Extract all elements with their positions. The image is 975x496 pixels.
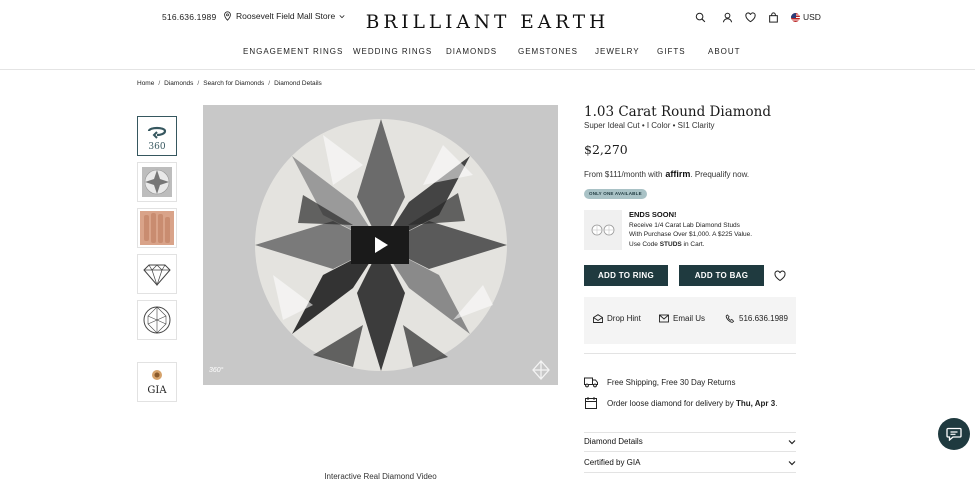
thumb-profile[interactable] [137,254,177,294]
stud-earrings-icon [591,224,615,236]
play-button[interactable] [351,226,409,264]
currency-selector[interactable]: USD [791,12,821,22]
user-icon [722,12,732,22]
availability-badge: ONLY ONE AVAILABLE [584,189,647,199]
currency-label: USD [803,12,821,22]
promo-line-1: Receive 1/4 Carat Lab Diamond Studs [629,222,740,229]
thumb-diamond-top[interactable] [137,162,177,202]
360-badge: 360° [209,367,224,374]
mail-icon [659,314,669,323]
accordion-certified-by-gia[interactable]: Certified by GIA [584,453,796,473]
product-title: 1.03 Carat Round Diamond [584,104,772,120]
promo-studs-image [584,210,622,250]
brand-logo[interactable]: BRILLIANT EARTH [0,12,975,33]
chevron-down-icon [788,439,796,444]
thumb-hand[interactable] [137,208,177,248]
chat-button[interactable] [938,418,970,450]
nav-engagement-rings[interactable]: ENGAGEMENT RINGS [243,47,343,56]
favorite-heart-icon[interactable] [774,270,786,282]
breadcrumb-current: Diamond Details [274,80,322,87]
diamond-profile-icon [143,264,171,287]
financing-info: From $111/month with affirm. Prequalify … [584,169,749,179]
wishlist-button[interactable] [744,11,756,23]
add-to-bag-button[interactable]: ADD TO BAG [679,265,764,286]
play-icon [375,237,388,253]
heart-icon [744,12,756,22]
nav-jewelry[interactable]: JEWELRY [595,47,640,56]
contact-panel: Drop Hint Email Us 516.636.1989 [584,297,796,344]
promo-code: STUDS [659,241,682,248]
accordion-diamond-details[interactable]: Diamond Details [584,432,796,452]
promo-line-2: With Purchase Over $1,000. A $225 Value. [629,231,753,238]
finance-prefix: From $111/month with [584,170,663,179]
gia-label: GIA [147,385,167,396]
truck-icon [584,377,598,388]
email-us-link[interactable]: Email Us [659,314,705,323]
media-caption: Interactive Real Diamond Video [324,472,437,481]
call-link[interactable]: 516.636.1989 [725,314,788,323]
delivery-info: Order loose diamond for delivery by Thu,… [584,397,777,409]
promo-line-3: Use Code STUDS in Cart. [629,241,705,248]
thumb-360-label: 360 [148,142,165,152]
search-icon [695,12,705,22]
breadcrumb-diamonds[interactable]: Diamonds [164,80,193,87]
calendar-icon [585,397,597,409]
diamond-facets-icon [143,306,171,334]
envelope-open-icon [593,314,603,323]
shipping-info: Free Shipping, Free 30 Day Returns [584,376,736,388]
diamond-photo-icon [142,167,172,197]
chat-bubble-icon [946,427,962,441]
prequalify-link[interactable]: . Prequalify now. [690,170,749,179]
nav-about[interactable]: ABOUT [708,47,741,56]
thumb-top-view[interactable] [137,300,177,340]
nav-diamonds[interactable]: DIAMONDS [446,47,497,56]
affirm-logo: affirm [665,169,691,179]
promo-title: ENDS SOON! [629,210,677,219]
shopping-bag-button[interactable] [767,11,779,23]
chevron-down-icon [788,460,796,465]
product-price: $2,270 [584,142,628,157]
nav-gifts[interactable]: GIFTS [657,47,686,56]
section-divider [584,353,796,354]
product-subtitle: Super Ideal Cut • I Color • SI1 Clarity [584,121,715,130]
hand-photo-icon [140,211,174,245]
breadcrumb: Home / Diamonds / Search for Diamonds / … [137,80,322,87]
search-button[interactable] [694,11,706,23]
us-flag-icon [791,12,800,22]
gia-seal-icon: GIA [147,370,167,396]
bag-icon [768,11,778,23]
rotate-360-icon: 360 [147,126,167,152]
nav-wedding-rings[interactable]: WEDDING RINGS [353,47,432,56]
brand-watermark-icon [532,360,550,380]
top-bar: 516.636.1989 Roosevelt Field Mall Store … [0,0,975,35]
main-nav: ENGAGEMENT RINGS WEDDING RINGS DIAMONDS … [0,47,975,59]
thumb-gia-certificate[interactable]: GIA [137,362,177,402]
delivery-date: Thu, Apr 3 [735,398,776,408]
thumb-360[interactable]: 360 [137,116,177,156]
nav-gemstones[interactable]: GEMSTONES [518,47,578,56]
add-to-ring-button[interactable]: ADD TO RING [584,265,668,286]
drop-hint-link[interactable]: Drop Hint [593,314,641,323]
breadcrumb-search[interactable]: Search for Diamonds [203,80,264,87]
breadcrumb-home[interactable]: Home [137,80,154,87]
phone-icon [725,314,735,323]
nav-divider [0,69,975,70]
account-button[interactable] [721,11,733,23]
